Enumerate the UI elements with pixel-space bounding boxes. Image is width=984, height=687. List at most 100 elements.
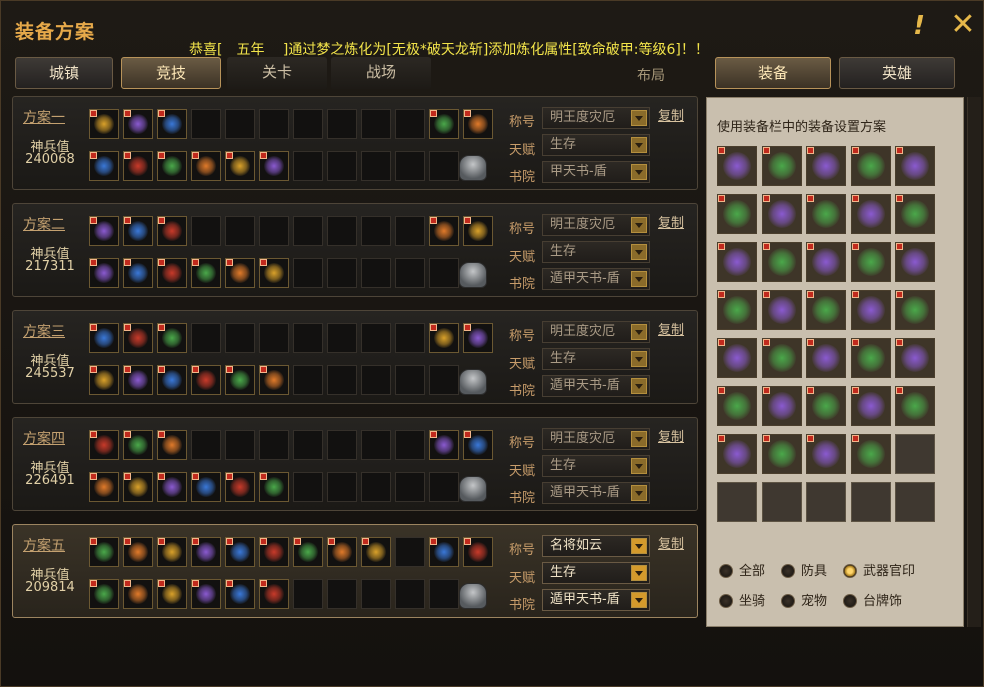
academy-jar-icon[interactable] bbox=[459, 369, 487, 395]
equip-slot[interactable] bbox=[395, 365, 425, 395]
inventory-slot[interactable] bbox=[761, 146, 802, 186]
plan-name[interactable]: 方案四 bbox=[23, 428, 65, 448]
plan-card[interactable]: 方案一 神兵值 240068 称号 天赋 书院 明王度灾厄 生存 甲天书-盾 复制 bbox=[12, 96, 698, 190]
inventory-slot[interactable] bbox=[717, 338, 757, 378]
title-select[interactable]: 明王度灾厄 bbox=[542, 107, 650, 129]
equip-slot[interactable] bbox=[293, 258, 323, 288]
equip-slot[interactable] bbox=[123, 365, 153, 395]
equip-slot[interactable] bbox=[225, 537, 255, 567]
equip-slot[interactable] bbox=[327, 472, 357, 502]
equip-slot[interactable] bbox=[293, 430, 323, 460]
filter-armor[interactable]: 防具 bbox=[781, 560, 827, 579]
title-select[interactable]: 明王度灾厄 bbox=[542, 428, 650, 450]
equip-slot[interactable] bbox=[259, 472, 289, 502]
plan-card[interactable]: 方案五 神兵值 209814 称号 天赋 书院 名将如云 生存 遁甲天书-盾 复制 bbox=[12, 524, 698, 618]
inventory-slot[interactable] bbox=[717, 434, 757, 474]
equip-slot[interactable] bbox=[157, 216, 187, 246]
equip-slot[interactable] bbox=[259, 430, 289, 460]
equip-slot[interactable] bbox=[327, 323, 357, 353]
academy-select[interactable]: 甲天书-盾 bbox=[542, 161, 650, 183]
inventory-slot[interactable] bbox=[806, 434, 847, 474]
equip-slot[interactable] bbox=[259, 151, 289, 181]
equip-slot[interactable] bbox=[395, 216, 425, 246]
equip-slot[interactable] bbox=[89, 365, 119, 395]
close-icon[interactable]: ✕ bbox=[947, 9, 979, 41]
talent-select[interactable]: 生存 bbox=[542, 348, 650, 370]
equip-slot[interactable] bbox=[123, 258, 153, 288]
plan-name[interactable]: 方案二 bbox=[23, 214, 65, 234]
equip-slot[interactable] bbox=[327, 579, 357, 609]
equip-slot[interactable] bbox=[225, 365, 255, 395]
equip-slot[interactable] bbox=[327, 430, 357, 460]
inventory-slot[interactable] bbox=[850, 290, 891, 330]
equip-slot[interactable] bbox=[191, 258, 221, 288]
academy-jar-icon[interactable] bbox=[459, 155, 487, 181]
equip-slot[interactable] bbox=[361, 472, 391, 502]
inventory-slot[interactable] bbox=[761, 338, 802, 378]
title-select[interactable]: 名将如云 bbox=[542, 535, 650, 557]
equip-slot[interactable] bbox=[395, 109, 425, 139]
academy-select[interactable]: 遁甲天书-盾 bbox=[542, 375, 650, 397]
inventory-slot[interactable] bbox=[850, 146, 891, 186]
equip-slot[interactable] bbox=[361, 579, 391, 609]
plan-name[interactable]: 方案三 bbox=[23, 321, 65, 341]
equip-slot[interactable] bbox=[293, 537, 323, 567]
equip-slot[interactable] bbox=[327, 151, 357, 181]
inventory-slot[interactable] bbox=[806, 146, 847, 186]
inventory-slot[interactable] bbox=[761, 482, 802, 522]
inventory-slot[interactable] bbox=[717, 146, 757, 186]
equip-slot[interactable] bbox=[191, 365, 221, 395]
talent-select[interactable]: 生存 bbox=[542, 134, 650, 156]
copy-button[interactable]: 复制 bbox=[658, 319, 684, 338]
equip-slot[interactable] bbox=[293, 151, 323, 181]
talent-select[interactable]: 生存 bbox=[542, 455, 650, 477]
equip-slot[interactable] bbox=[395, 472, 425, 502]
inventory-slot[interactable] bbox=[761, 194, 802, 234]
equip-slot[interactable] bbox=[395, 151, 425, 181]
equip-slot[interactable] bbox=[395, 537, 425, 567]
inventory-slot[interactable] bbox=[806, 338, 847, 378]
equip-slot[interactable] bbox=[89, 109, 119, 139]
equip-slot[interactable] bbox=[463, 430, 493, 460]
equip-slot[interactable] bbox=[361, 258, 391, 288]
equip-slot[interactable] bbox=[191, 151, 221, 181]
equip-slot[interactable] bbox=[361, 109, 391, 139]
filter-mount[interactable]: 坐骑 bbox=[719, 590, 765, 609]
equip-slot[interactable] bbox=[157, 258, 187, 288]
equip-slot[interactable] bbox=[225, 579, 255, 609]
equip-slot[interactable] bbox=[293, 579, 323, 609]
equip-slot[interactable] bbox=[225, 151, 255, 181]
copy-button[interactable]: 复制 bbox=[658, 426, 684, 445]
equip-slot[interactable] bbox=[123, 537, 153, 567]
equip-slot[interactable] bbox=[191, 430, 221, 460]
inventory-slot[interactable] bbox=[895, 290, 936, 330]
equip-slot[interactable] bbox=[89, 258, 119, 288]
filter-ornament[interactable]: 台牌饰 bbox=[843, 590, 902, 609]
equip-slot[interactable] bbox=[429, 537, 459, 567]
equip-slot[interactable] bbox=[157, 109, 187, 139]
plan-card[interactable]: 方案四 神兵值 226491 称号 天赋 书院 明王度灾厄 生存 遁甲天书-盾 复制 bbox=[12, 417, 698, 511]
inventory-slot[interactable] bbox=[717, 242, 757, 282]
plan-name[interactable]: 方案一 bbox=[23, 107, 65, 127]
equip-slot[interactable] bbox=[463, 323, 493, 353]
equip-slot[interactable] bbox=[89, 472, 119, 502]
equip-slot[interactable] bbox=[123, 430, 153, 460]
equip-slot[interactable] bbox=[191, 323, 221, 353]
title-select[interactable]: 明王度灾厄 bbox=[542, 214, 650, 236]
academy-select[interactable]: 遁甲天书-盾 bbox=[542, 268, 650, 290]
equip-slot[interactable] bbox=[89, 323, 119, 353]
equip-slot[interactable] bbox=[123, 216, 153, 246]
academy-jar-icon[interactable] bbox=[459, 583, 487, 609]
equip-slot[interactable] bbox=[429, 579, 459, 609]
equip-slot[interactable] bbox=[259, 258, 289, 288]
filter-pet[interactable]: 宠物 bbox=[781, 590, 827, 609]
plan-name[interactable]: 方案五 bbox=[23, 535, 65, 555]
equip-slot[interactable] bbox=[259, 216, 289, 246]
equip-slot[interactable] bbox=[293, 216, 323, 246]
equip-slot[interactable] bbox=[123, 472, 153, 502]
equip-slot[interactable] bbox=[157, 151, 187, 181]
plan-card[interactable]: 方案二 神兵值 217311 称号 天赋 书院 明王度灾厄 生存 遁甲天书-盾 复制 bbox=[12, 203, 698, 297]
inventory-slot[interactable] bbox=[895, 194, 936, 234]
equip-slot[interactable] bbox=[89, 151, 119, 181]
equip-slot[interactable] bbox=[395, 579, 425, 609]
